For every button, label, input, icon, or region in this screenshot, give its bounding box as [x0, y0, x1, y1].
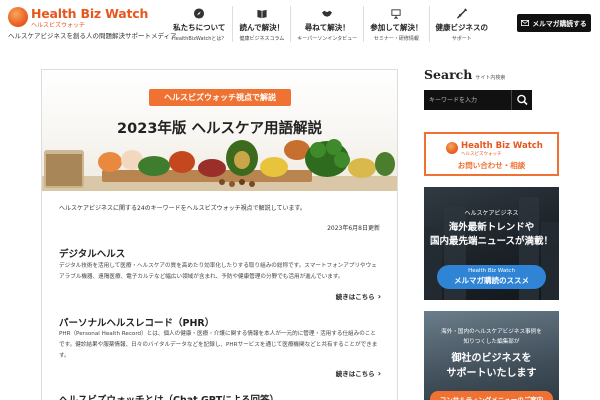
search-heading: Search サイト内検索	[424, 67, 505, 82]
read-more-label: 続きはこちら	[335, 370, 375, 378]
nav-item-about[interactable]: 私たちについて HealthBizWatchとは？	[166, 6, 234, 42]
site-logo[interactable]: Health Biz Watch ヘルスビズウォッチ	[8, 6, 158, 29]
nav-item-column[interactable]: 読んで解決！ 健康ビジネスコラム	[233, 6, 292, 42]
logo-subtext: ヘルスビズウォッチ	[31, 22, 86, 29]
syringe-icon	[456, 8, 467, 19]
contact-label: お問い合わせ・相談	[457, 161, 526, 170]
nav-sublabel: 健康ビジネスコラム	[239, 36, 285, 42]
search-input[interactable]	[424, 90, 511, 110]
newsletter-button-label: メルマガ購読する	[532, 20, 587, 28]
promo-headline-line: 御社のビジネスを	[451, 353, 532, 364]
promo-headline-line: 海外最新トレンドや	[448, 222, 535, 233]
nav-label: 参加して解決！	[370, 23, 423, 32]
nav-label: 読んで解決！	[239, 23, 285, 32]
section-title-digital-health: デジタルヘルス	[59, 249, 126, 260]
consulting-promo-text: 海外・国内のヘルスケアビジネス事例を 知りつくした編集部が	[424, 327, 559, 347]
presentation-icon	[391, 9, 401, 19]
section-title-phr: パーソナルヘルスレコード（PHR）	[59, 318, 215, 329]
search-heading-sub: サイト内検索	[475, 75, 506, 81]
newsletter-promo-banner[interactable]: ヘルスケアビジネス 海外最新トレンドや 国内最先端ニュースが満載！ Health…	[424, 187, 559, 300]
compass-icon	[194, 8, 205, 19]
consulting-promo-banner[interactable]: 海外・国内のヘルスケアビジネス事例を 知りつくした編集部が 御社のビジネスを サ…	[424, 311, 559, 400]
globe-icon	[446, 142, 458, 154]
consulting-menu-button[interactable]: コンサルティングメニューのご案内	[430, 391, 553, 400]
handshake-icon	[322, 10, 333, 17]
read-more-label: 続きはこちら	[335, 293, 375, 301]
article-card: ヘルスビズウォッチ視点で解説 2023年版 ヘルスケア用語解説 ヘルスケアビジネ…	[41, 69, 398, 400]
article-date: 2023年6月8日更新	[327, 225, 380, 232]
section-body-phr: PHR（Personal Health Record）とは、個人の健康・医療・介…	[59, 331, 378, 359]
promo-label: ヘルスケアビジネス	[464, 210, 519, 217]
newsletter-subscribe-button[interactable]: Health Biz Watch メルマガ購読のススメ	[437, 265, 546, 289]
contact-banner[interactable]: Health Biz Watch ヘルスビズウォッチ お問い合わせ・相談	[424, 132, 559, 176]
nav-label: 私たちについて	[173, 23, 226, 32]
promo-button-sublabel: Health Biz Watch	[468, 268, 515, 274]
contact-logo: Health Biz Watch ヘルスビズウォッチ	[446, 141, 543, 157]
nav-label: 健康ビジネスの	[435, 23, 489, 32]
globe-icon	[8, 7, 28, 27]
logo-text: Health Biz Watch	[31, 6, 149, 21]
nav-sublabel: HealthBizWatchとは？	[172, 36, 227, 42]
food-illustration	[42, 139, 397, 191]
main-nav: 私たちについて HealthBizWatchとは？ 読んで解決！ 健康ビジネスコ…	[166, 6, 494, 42]
chevron-right-icon: ›	[377, 369, 381, 378]
hero-badge: ヘルスビズウォッチ視点で解説	[149, 89, 291, 106]
nav-item-seminar[interactable]: 参加して解決！ セミナー・研修情報	[364, 6, 430, 42]
search-heading-label: Search	[424, 67, 473, 82]
contact-logo-subtext: ヘルスビズウォッチ	[461, 152, 502, 157]
newsletter-button[interactable]: メルマガ購読する	[517, 14, 591, 32]
site-header: Health Biz Watch ヘルスビズウォッチ ヘルスケアビジネスを創る人…	[0, 0, 600, 48]
nav-item-interview[interactable]: 尋ねて解決！ キーパーソンインタビュー	[291, 6, 365, 42]
hero-image: ヘルスビズウォッチ視点で解説 2023年版 ヘルスケア用語解説	[42, 70, 397, 191]
search-button[interactable]	[511, 90, 532, 110]
consulting-promo-headline: 御社のビジネスを サポートいたします	[424, 351, 559, 381]
contact-logo-text: Health Biz Watch	[461, 141, 543, 151]
section-title-chatgpt: ヘルスビズウォッチとは（Chat GPTによる回答）	[59, 392, 279, 400]
search-icon	[517, 94, 528, 106]
hero-title: 2023年版 ヘルスケア用語解説	[117, 121, 322, 137]
promo-headline-line: サポートいたします	[446, 368, 537, 379]
nav-sublabel: セミナー・研修情報	[373, 36, 419, 42]
nav-sublabel: キーパーソンインタビュー	[297, 36, 358, 42]
site-tagline: ヘルスケアビジネスを創る人の問題解決サポートメディア	[8, 32, 177, 40]
chevron-right-icon: ›	[377, 292, 381, 301]
promo-text-line: 海外・国内のヘルスケアビジネス事例を	[441, 329, 542, 335]
nav-item-support[interactable]: 健康ビジネスの サポート	[430, 6, 495, 42]
book-icon	[257, 9, 267, 19]
promo-button-label: メルマガ購読のススメ	[454, 276, 529, 285]
nav-sublabel: サポート	[451, 36, 472, 42]
section-body-digital-health: デジタル技術を活用して医療・ヘルスケアの質を高めたり効率化したりする取り組みの総…	[59, 263, 377, 280]
nav-label: 尋ねて解決！	[304, 23, 350, 32]
promo-text-line: 知りつくした編集部が	[463, 339, 520, 345]
read-more-link[interactable]: 続きはこちら ›	[336, 291, 381, 301]
promo-headline: 海外最新トレンドや 国内最先端ニュースが満載！	[424, 221, 559, 249]
mail-icon	[521, 20, 530, 26]
article-intro: ヘルスケアビジネスに関する24のキーワードをヘルスビズウォッチ視点で解説していま…	[59, 205, 306, 212]
promo-headline-line: 国内最先端ニュースが満載！	[429, 236, 554, 247]
read-more-link[interactable]: 続きはこちら ›	[336, 368, 381, 378]
